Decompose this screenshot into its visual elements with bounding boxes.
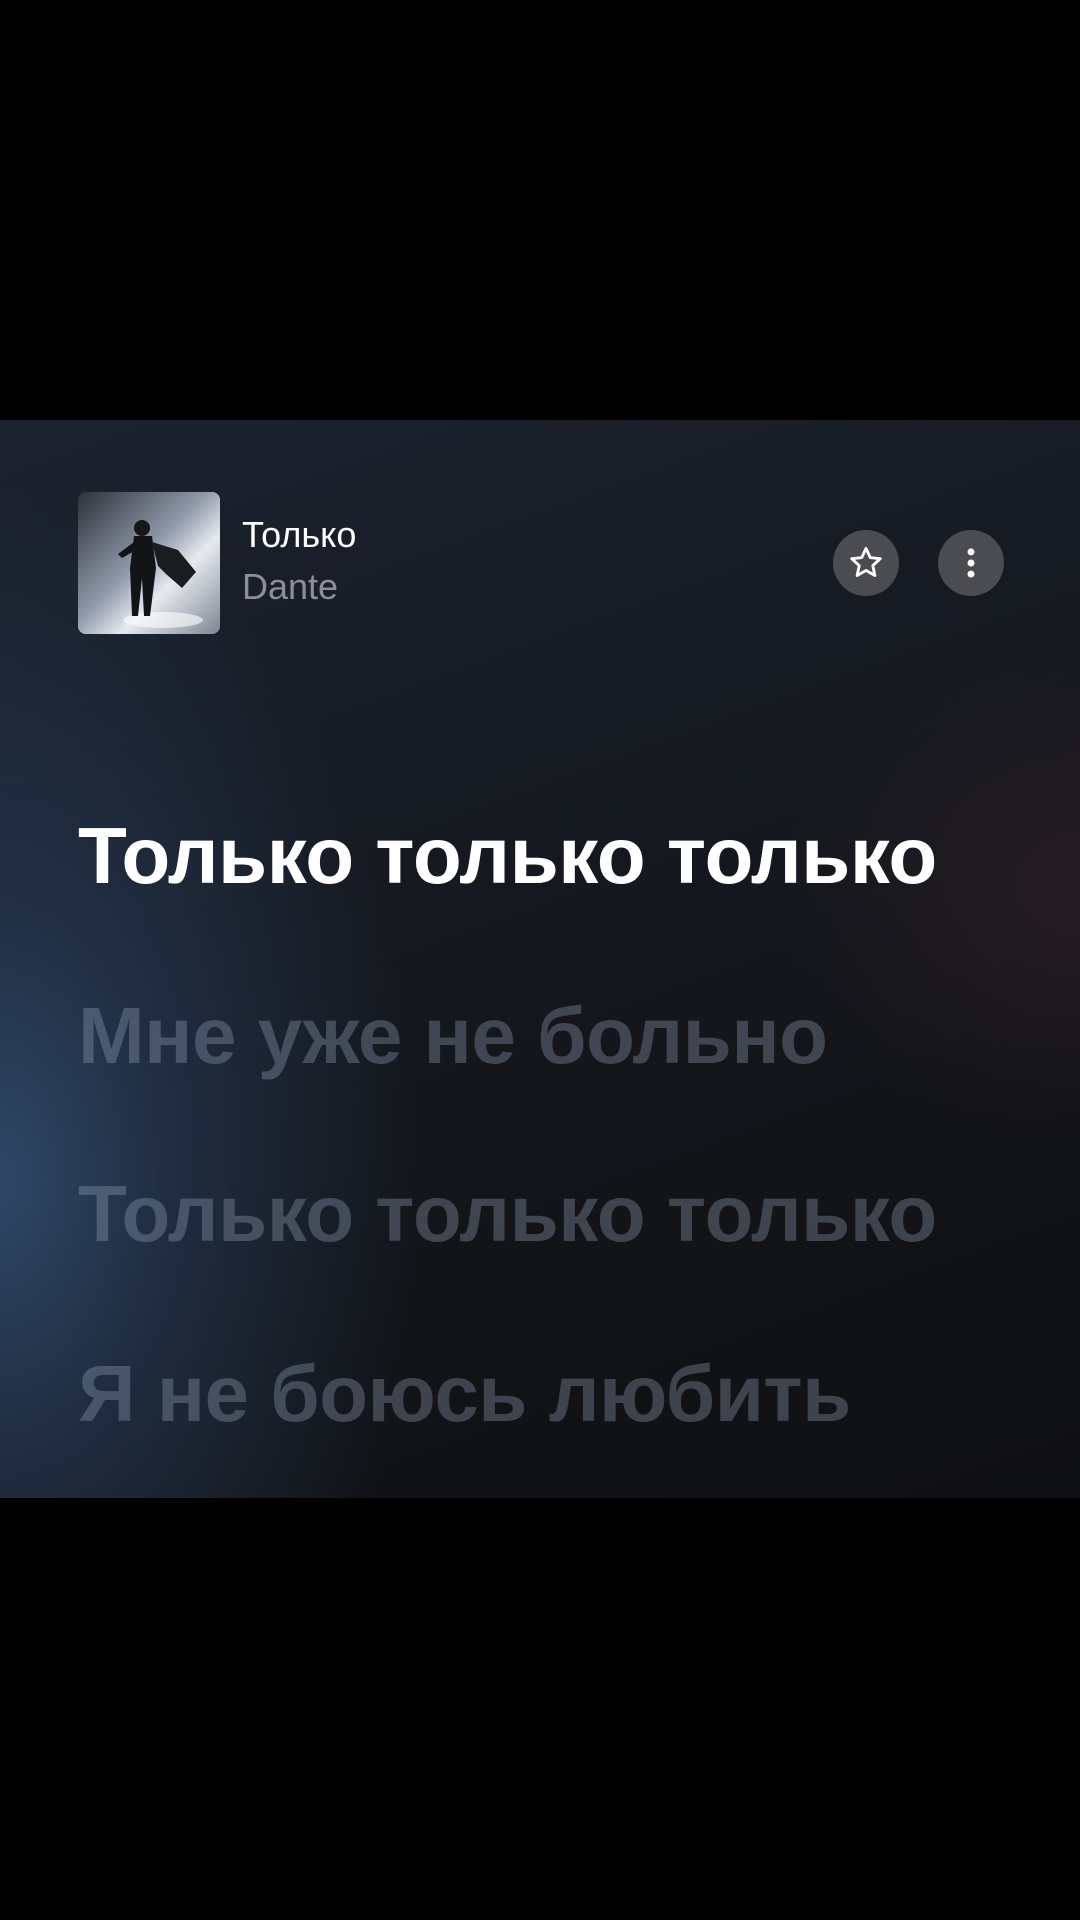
cover-art-figure <box>78 492 220 634</box>
lyrics-panel: Только Dante Только только только Мне уж… <box>0 420 1080 1498</box>
track-title: Только <box>242 514 357 555</box>
screen: Только Dante Только только только Мне уж… <box>0 0 1080 1920</box>
lyric-line[interactable]: Я не боюсь любить <box>78 1348 851 1440</box>
album-cover[interactable] <box>78 492 220 634</box>
lyric-line-active[interactable]: Только только только <box>78 810 937 902</box>
track-header: Только Dante <box>78 492 1008 634</box>
lyric-line[interactable]: Мне уже не больно <box>78 990 828 1082</box>
favorite-button[interactable] <box>833 530 899 596</box>
star-icon <box>850 547 882 577</box>
more-vertical-icon <box>967 548 975 578</box>
lyric-line[interactable]: Только только только <box>78 1168 937 1260</box>
track-artist[interactable]: Dante <box>242 566 338 608</box>
more-button[interactable] <box>938 530 1004 596</box>
